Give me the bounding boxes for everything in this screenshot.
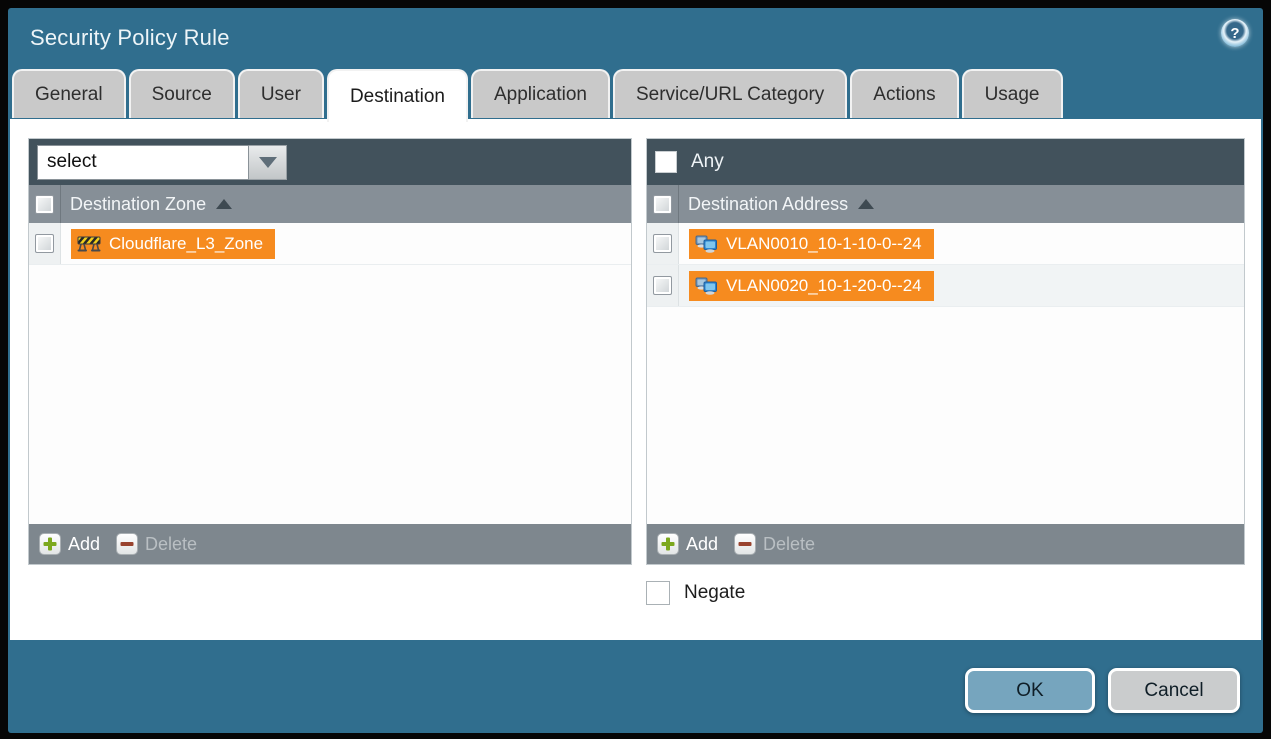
tab-user[interactable]: User [238,69,324,118]
address-select-all-checkbox[interactable] [653,195,672,214]
row-checkbox-cell [647,223,679,264]
plus-icon[interactable] [657,533,679,555]
zone-delete-button[interactable]: Delete [145,534,197,555]
address-header-checkbox-cell [647,185,679,223]
chevron-down-icon [259,157,277,168]
address-add-button[interactable]: Add [686,534,718,555]
row-checkbox[interactable] [653,276,672,295]
destination-zone-panel: Destination Zone [28,138,632,565]
sort-ascending-icon [858,199,874,209]
minus-icon[interactable] [116,533,138,555]
destination-tab-content: Destination Zone [10,119,1261,640]
table-row: VLAN0020_10-1-20-0--24 [647,265,1244,307]
zone-header-checkbox-cell [29,185,61,223]
zone-table-body: Cloudflare_L3_Zone [29,223,631,524]
zone-select-combobox [37,145,287,180]
help-icon[interactable]: ? [1221,19,1249,47]
zone-select-all-checkbox[interactable] [35,195,54,214]
address-column-header[interactable]: Destination Address [679,185,874,223]
any-label: Any [691,151,724,173]
address-entry-chip[interactable]: VLAN0010_10-1-10-0--24 [689,229,934,259]
tab-source[interactable]: Source [129,69,235,118]
sort-ascending-icon [216,199,232,209]
zone-barrier-icon [77,235,101,252]
ok-button[interactable]: OK [965,668,1095,713]
table-row: VLAN0010_10-1-10-0--24 [647,223,1244,265]
address-column-header-label: Destination Address [688,194,848,215]
zone-column-header-row: Destination Zone [29,185,631,223]
zone-entry-label: Cloudflare_L3_Zone [109,234,263,254]
zone-entry-chip[interactable]: Cloudflare_L3_Zone [71,229,275,259]
zone-column-header[interactable]: Destination Zone [61,185,232,223]
tab-destination[interactable]: Destination [327,69,468,122]
dialog-title: Security Policy Rule [30,25,230,51]
tab-application[interactable]: Application [471,69,610,118]
tab-service-url-category[interactable]: Service/URL Category [613,69,847,118]
zone-select-bar [29,139,631,185]
negate-label: Negate [684,582,745,604]
address-entry-chip[interactable]: VLAN0020_10-1-20-0--24 [689,271,934,301]
plus-icon[interactable] [39,533,61,555]
address-any-bar: Any [647,139,1244,185]
cancel-button[interactable]: Cancel [1108,668,1240,713]
row-checkbox-cell [29,223,61,264]
zone-add-button[interactable]: Add [68,534,100,555]
address-delete-button[interactable]: Delete [763,534,815,555]
row-checkbox[interactable] [35,234,54,253]
zone-column-header-label: Destination Zone [70,194,206,215]
security-policy-rule-dialog: Security Policy Rule ? General Source Us… [8,8,1263,733]
zone-panel-footer: Add Delete [29,524,631,564]
zone-select-input[interactable] [37,145,249,180]
address-panel-footer: Add Delete [647,524,1244,564]
zone-select-dropdown-button[interactable] [249,145,287,180]
address-table-body: VLAN0010_10-1-10-0--24 [647,223,1244,524]
row-checkbox[interactable] [653,234,672,253]
tab-bar: General Source User Destination Applicat… [12,69,1063,122]
destination-address-panel: Any Destination Address [646,138,1245,565]
address-column-header-row: Destination Address [647,185,1244,223]
any-checkbox[interactable] [655,151,677,173]
row-checkbox-cell [647,265,679,306]
address-entry-label: VLAN0020_10-1-20-0--24 [726,276,922,296]
table-row: Cloudflare_L3_Zone [29,223,631,265]
negate-checkbox[interactable] [646,581,670,605]
negate-row: Negate [646,581,745,605]
network-address-icon [695,277,718,295]
minus-icon[interactable] [734,533,756,555]
tab-general[interactable]: General [12,69,126,118]
tab-actions[interactable]: Actions [850,69,958,118]
tab-usage[interactable]: Usage [962,69,1063,118]
network-address-icon [695,235,718,253]
address-entry-label: VLAN0010_10-1-10-0--24 [726,234,922,254]
